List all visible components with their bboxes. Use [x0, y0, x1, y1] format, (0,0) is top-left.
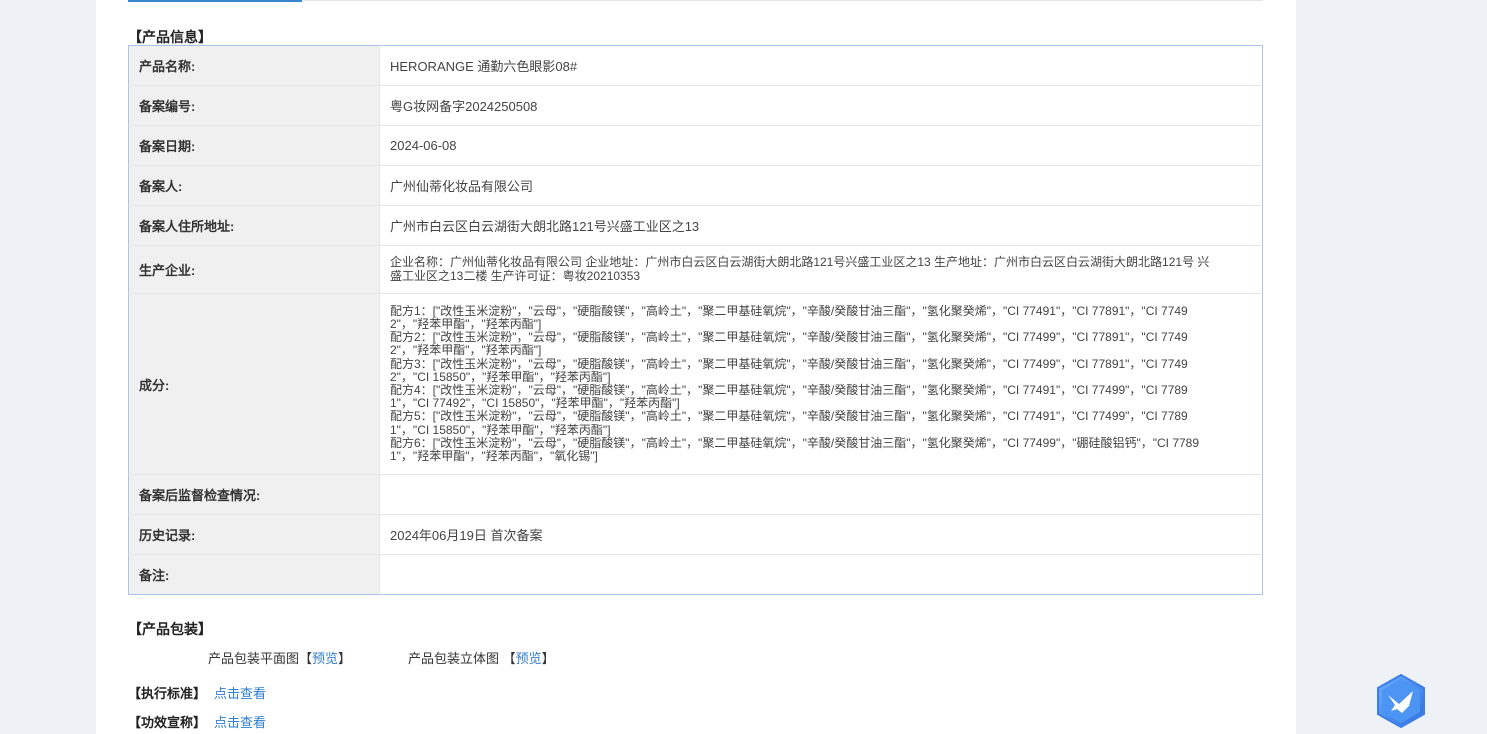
filer-label: 备案人:	[128, 165, 380, 206]
filing-no-value: 粤G妆网备字2024250508	[379, 85, 1263, 126]
standard-row: 【执行标准】 点击查看	[128, 683, 266, 702]
bracket-open: 【	[502, 651, 516, 666]
filer-address-value: 广州市白云区白云湖街大朗北路121号兴盛工业区之13	[379, 205, 1263, 246]
table-row: 备案日期: 2024-06-08	[128, 125, 1263, 166]
manufacturer-label: 生产企业:	[128, 245, 380, 294]
floating-assistant-button[interactable]	[1375, 673, 1427, 729]
standard-view-link[interactable]: 点击查看	[214, 686, 266, 701]
product-name-label: 产品名称:	[128, 45, 380, 86]
bracket-close: 】	[541, 651, 555, 666]
filing-no-label: 备案编号:	[128, 85, 380, 126]
bracket-close: 】	[338, 651, 352, 666]
product-info-title: 【产品信息】	[128, 29, 212, 45]
history-value: 2024年06月19日 首次备案	[379, 514, 1263, 555]
table-row: 成分: 配方1：["改性玉米淀粉"，"云母"，"硬脂酸镁"，"高岭土"，"聚二甲…	[128, 293, 1263, 475]
remarks-label: 备注:	[128, 554, 380, 595]
table-row: 备注:	[128, 554, 1263, 595]
table-row: 备案人: 广州仙蒂化妆品有限公司	[128, 165, 1263, 206]
formula-line: 配方3：["改性玉米淀粉"，"云母"，"硬脂酸镁"，"高岭土"，"聚二甲基硅氧烷…	[390, 356, 1188, 384]
formula-line: 配方5：["改性玉米淀粉"，"云母"，"硬脂酸镁"，"高岭土"，"聚二甲基硅氧烷…	[390, 409, 1188, 437]
table-row: 备案后监督检查情况:	[128, 474, 1263, 515]
packaging-title: 【产品包装】	[128, 621, 212, 637]
product-name-value: HERORANGE 通勤六色眼影08#	[390, 59, 578, 74]
bracket-open: 【	[299, 651, 313, 666]
manufacturer-cell: 企业名称：广州仙蒂化妆品有限公司 企业地址：广州市白云区白云湖街大朗北路121号…	[379, 245, 1263, 294]
bird-icon	[1377, 673, 1425, 729]
table-row: 备案编号: 粤G妆网备字2024250508	[128, 85, 1263, 126]
standard-label: 【执行标准】	[128, 686, 207, 701]
filer-address-label: 备案人住所地址:	[128, 205, 380, 246]
efficacy-row: 【功效宣称】 点击查看	[128, 712, 266, 731]
packaging-stereo-preview-link[interactable]: 预览	[516, 651, 542, 666]
packaging-flat-item: 产品包装平面图【预览】	[208, 648, 351, 667]
efficacy-label: 【功效宣称】	[128, 715, 207, 730]
formula-line: 配方2：["改性玉米淀粉"，"云母"，"硬脂酸镁"，"高岭土"，"聚二甲基硅氧烷…	[390, 330, 1188, 358]
filing-date-label: 备案日期:	[128, 125, 380, 166]
table-row: 历史记录: 2024年06月19日 首次备案	[128, 514, 1263, 555]
packaging-stereo-item: 产品包装立体图 【预览】	[408, 648, 555, 667]
formula-line: 配方6：["改性玉米淀粉"，"云母"，"硬脂酸镁"，"高岭土"，"聚二甲基硅氧烷…	[390, 435, 1200, 464]
history-label: 历史记录:	[128, 514, 380, 555]
formula-line: 配方4：["改性玉米淀粉"，"云母"，"硬脂酸镁"，"高岭土"，"聚二甲基硅氧烷…	[390, 383, 1188, 411]
table-row: 产品名称: HERORANGE 通勤六色眼影08#	[128, 45, 1263, 86]
formula-line: 配方1：["改性玉米淀粉"，"云母"，"硬脂酸镁"，"高岭土"，"聚二甲基硅氧烷…	[390, 303, 1188, 331]
remarks-value	[379, 554, 1263, 595]
packaging-stereo-label: 产品包装立体图	[408, 651, 500, 666]
active-tab-indicator	[128, 0, 302, 2]
post-supervision-value	[379, 474, 1263, 515]
manufacturer-value: 企业名称：广州仙蒂化妆品有限公司 企业地址：广州市白云区白云湖街大朗北路121号…	[390, 255, 1210, 283]
packaging-flat-label: 产品包装平面图	[208, 651, 300, 666]
packaging-flat-preview-link[interactable]: 预览	[312, 651, 338, 666]
ingredients-list: 配方1：["改性玉米淀粉"，"云母"，"硬脂酸镁"，"高岭土"，"聚二甲基硅氧烷…	[390, 303, 1210, 464]
product-info-table: 产品名称: HERORANGE 通勤六色眼影08# 备案编号: 粤G妆网备字20…	[128, 45, 1263, 595]
ingredients-label: 成分:	[128, 293, 380, 475]
ingredients-cell: 配方1：["改性玉米淀粉"，"云母"，"硬脂酸镁"，"高岭土"，"聚二甲基硅氧烷…	[379, 293, 1263, 475]
efficacy-view-link[interactable]: 点击查看	[214, 715, 266, 730]
filer-value: 广州仙蒂化妆品有限公司	[379, 165, 1263, 206]
filing-date-value: 2024-06-08	[379, 125, 1263, 166]
table-row: 生产企业: 企业名称：广州仙蒂化妆品有限公司 企业地址：广州市白云区白云湖街大朗…	[128, 245, 1263, 294]
table-row: 备案人住所地址: 广州市白云区白云湖街大朗北路121号兴盛工业区之13	[128, 205, 1263, 246]
post-supervision-label: 备案后监督检查情况:	[128, 474, 380, 515]
